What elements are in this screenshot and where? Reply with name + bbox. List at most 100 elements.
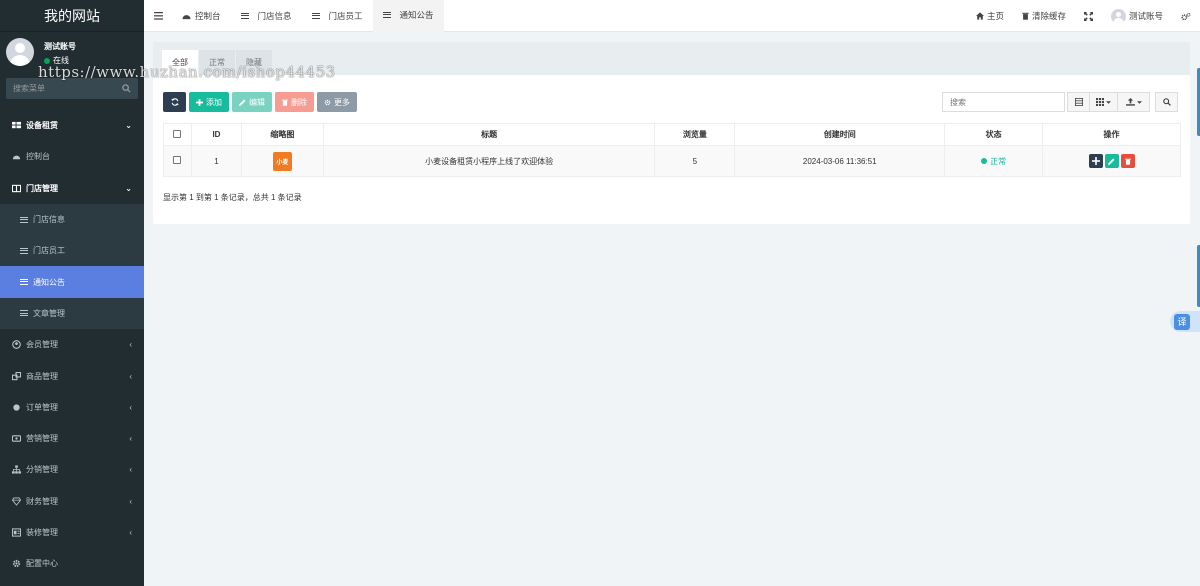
table-view-icon [1074, 98, 1083, 106]
table-view-tools [1067, 92, 1150, 112]
row-edit-button[interactable] [1104, 154, 1119, 168]
gear-icon [12, 560, 21, 568]
sidebar-item-orders[interactable]: 订单管理 ‹ [0, 392, 144, 423]
sidebar-item-store-info[interactable]: 门店信息 [0, 203, 144, 236]
table-header-row: ID 缩略图 标题 浏览量 创建时间 状态 操作 [163, 123, 1181, 146]
account-menu[interactable]: 测试账号 [1102, 8, 1172, 24]
dashboard-icon [12, 156, 21, 160]
refresh-icon [170, 98, 179, 106]
sidebar-item-store-management[interactable]: 门店管理 ⌄ [0, 173, 144, 204]
sidebar-item-marketing[interactable]: 营销管理 ‹ [0, 423, 144, 454]
select-all-checkbox[interactable] [173, 129, 182, 138]
add-button[interactable]: 添加 [189, 92, 229, 112]
user-status-label: 在线 [53, 56, 69, 65]
list-icon [20, 247, 28, 254]
order-icon [13, 404, 20, 411]
tab-store-staff[interactable]: 门店员工 [302, 0, 373, 32]
export-button[interactable] [1117, 92, 1150, 112]
sidebar-item-label: 通知公告 [33, 277, 65, 287]
refresh-button[interactable] [163, 92, 186, 112]
search-button[interactable] [1155, 92, 1178, 112]
site-brand[interactable]: 我的网站 [0, 0, 144, 32]
columns-toggle-button[interactable] [1089, 92, 1118, 112]
export-icon [1125, 98, 1135, 106]
sidebar-item-dashboard[interactable]: 控制台 [0, 141, 144, 172]
trash-icon [282, 99, 288, 106]
sidebar-item-config[interactable]: 配置中心 [0, 548, 144, 579]
pencil-icon [239, 99, 246, 106]
sidebar-item-members[interactable]: 会员管理 ‹ [0, 329, 144, 360]
table-row: 1 小麦 小麦设备租赁小程序上线了欢迎体验 5 2024-03-06 11:36… [163, 145, 1181, 177]
avatar [1110, 8, 1126, 24]
status-dot-icon [981, 158, 988, 164]
row-delete-button[interactable] [1120, 154, 1135, 168]
filter-tab-all[interactable]: 全部 [162, 50, 198, 75]
sidebar-toggle-button[interactable] [144, 0, 172, 32]
tab-store-info[interactable]: 门店信息 [231, 0, 302, 32]
user-name: 测试账号 [44, 42, 76, 51]
filter-tab-hidden[interactable]: 隐藏 [236, 50, 272, 75]
pagination-summary: 显示第 1 到第 1 条记录，总共 1 条记录 [163, 193, 302, 202]
sidebar-item-goods[interactable]: 商品管理 ‹ [0, 360, 144, 391]
home-label: 主页 [986, 11, 1004, 21]
thumbnail-image[interactable]: 小麦 [272, 151, 292, 171]
search-icon[interactable] [122, 84, 131, 93]
sidebar-item-label: 装修管理 [26, 528, 58, 537]
list-icon [311, 12, 320, 19]
menu-search-input[interactable]: 搜索菜单 [6, 78, 138, 99]
translate-button[interactable]: 译 [1170, 311, 1200, 332]
user-avatar [6, 38, 34, 66]
sidebar-item-finance[interactable]: 财务管理 ‹ [0, 486, 144, 517]
sidebar-item-label: 文章管理 [33, 308, 65, 318]
trash-icon [1124, 158, 1131, 165]
filter-tabs: 全部 正常 隐藏 [162, 50, 272, 75]
table-toolbar: 添加 编辑 删除 更多 [163, 92, 357, 112]
column-header-actions: 操作 [1042, 123, 1181, 146]
home-link[interactable]: 主页 [967, 10, 1013, 22]
edit-button[interactable]: 编辑 [232, 92, 272, 112]
sidebar-item-store-staff[interactable]: 门店员工 [0, 235, 144, 267]
sidebar-item-label: 门店管理 [26, 183, 58, 193]
tab-label: 门店员工 [328, 10, 363, 21]
cell-id: 1 [190, 145, 242, 177]
move-icon [1091, 157, 1100, 165]
delete-button[interactable]: 删除 [275, 92, 314, 112]
column-header-id[interactable]: ID [190, 123, 242, 146]
select-all-cell [163, 123, 192, 146]
fullscreen-button[interactable] [1075, 11, 1102, 21]
list-icon [20, 310, 28, 317]
caret-down-icon [1136, 100, 1142, 104]
sidebar-item-distribution[interactable]: 分销管理 ‹ [0, 454, 144, 485]
chevron-left-icon: ‹ [129, 528, 132, 537]
sidebar-menu: 设备租赁 ⌄ 控制台 门店管理 ⌄ 门店信息 门店员工 通知公告 文章管理 会员… [0, 110, 144, 579]
row-checkbox[interactable] [173, 156, 182, 164]
sidebar-item-notice[interactable]: 通知公告 [0, 266, 144, 298]
cell-views: 5 [654, 145, 736, 177]
sidebar-item-label: 会员管理 [26, 340, 58, 350]
tab-dashboard[interactable]: 控制台 [172, 0, 231, 32]
table-search-input[interactable] [942, 92, 1065, 112]
sidebar-item-label: 门店员工 [33, 246, 65, 256]
chevron-down-icon: ⌄ [125, 121, 132, 131]
clear-cache-button[interactable]: 清除缓存 [1013, 10, 1075, 22]
sidebar-item-device-rental[interactable]: 设备租赁 ⌄ [0, 110, 144, 141]
plus-icon [196, 98, 203, 106]
sidebar-item-label: 门店信息 [33, 215, 65, 225]
sidebar-item-label: 财务管理 [26, 496, 58, 506]
store-icon [12, 184, 21, 192]
tab-notice[interactable]: 通知公告 [372, 0, 444, 32]
delete-button-label: 删除 [291, 97, 307, 107]
filter-tab-normal[interactable]: 正常 [199, 50, 235, 75]
sidebar-item-label: 控制台 [26, 152, 50, 162]
table-icon [12, 122, 21, 129]
status-label: 正常 [990, 156, 1007, 166]
add-button-label: 添加 [206, 97, 222, 107]
more-button[interactable]: 更多 [317, 92, 357, 112]
sidebar-item-articles[interactable]: 文章管理 [0, 297, 144, 330]
top-navbar: 控制台 门店信息 门店员工 通知公告 主页 清除缓存 测试账号 [144, 0, 1200, 32]
settings-button[interactable] [1172, 12, 1200, 21]
drag-sort-button[interactable] [1088, 154, 1103, 168]
toggle-view-button[interactable] [1067, 92, 1090, 112]
panel-heading: 全部 正常 隐藏 [153, 42, 1190, 75]
sidebar-item-decoration[interactable]: 装修管理 ‹ [0, 517, 144, 548]
